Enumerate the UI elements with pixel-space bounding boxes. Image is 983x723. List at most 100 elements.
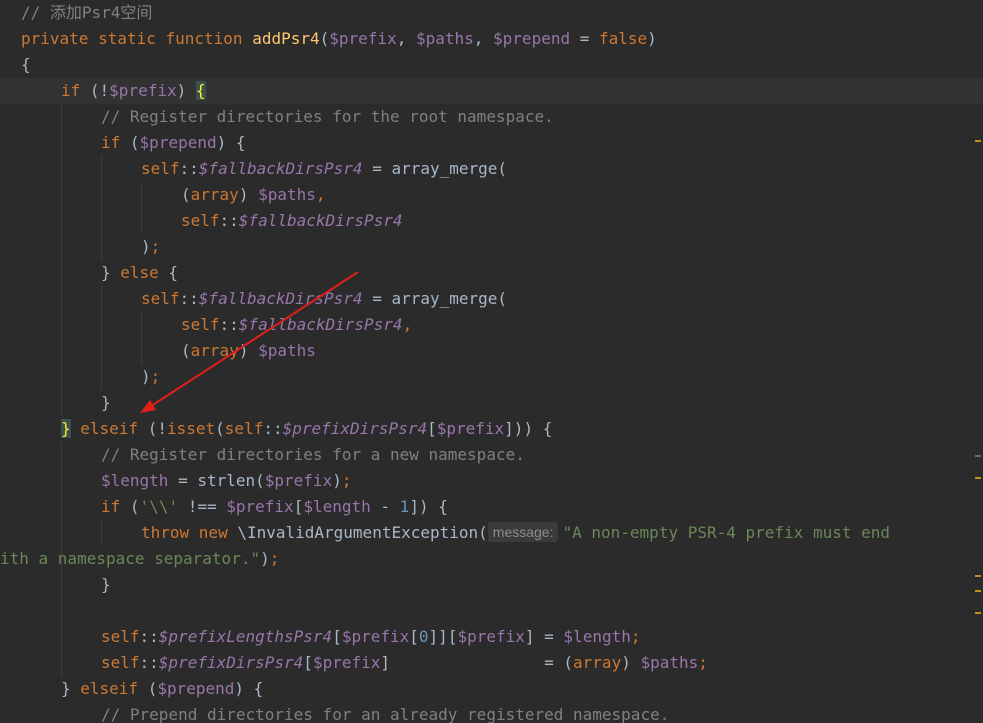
code-token: $prefix bbox=[341, 627, 410, 646]
code-line[interactable]: self::$fallbackDirsPsr4 = array_merge( bbox=[0, 286, 983, 312]
code-token: self bbox=[141, 159, 180, 178]
code-line[interactable]: throw new \InvalidArgumentException(mess… bbox=[0, 520, 983, 546]
code-text: } bbox=[101, 390, 111, 416]
code-token: :: bbox=[179, 289, 199, 308]
code-line[interactable]: ); bbox=[0, 364, 983, 390]
code-text: if (!$prefix) { bbox=[61, 78, 206, 104]
code-line[interactable]: // Register directories for the root nam… bbox=[0, 104, 983, 130]
code-text: $length = strlen($prefix); bbox=[101, 468, 351, 494]
code-token: ; bbox=[341, 471, 352, 490]
code-line[interactable]: if ($prepend) { bbox=[0, 130, 983, 156]
code-line[interactable]: // 添加Psr4空间 bbox=[0, 0, 983, 26]
scrollbar-marker[interactable] bbox=[975, 575, 981, 577]
code-token: ; bbox=[150, 237, 161, 256]
code-line[interactable]: (array) $paths bbox=[0, 338, 983, 364]
code-token: self bbox=[101, 627, 140, 646]
code-line[interactable]: } bbox=[0, 572, 983, 598]
code-token: $prefix bbox=[264, 471, 333, 490]
code-token: $prefix bbox=[329, 29, 397, 48]
code-token: [ bbox=[332, 627, 342, 646]
code-token: elseif bbox=[80, 419, 139, 438]
code-editor[interactable]: // 添加Psr4空间 private static function addPs… bbox=[0, 0, 983, 723]
code-line[interactable]: } elseif (!isset(self::$prefixDirsPsr4[$… bbox=[0, 416, 983, 442]
code-token: $length bbox=[563, 627, 631, 646]
code-token: ])) { bbox=[504, 419, 553, 438]
code-token: else bbox=[120, 263, 159, 282]
code-token: !== bbox=[178, 497, 227, 516]
code-text: // Prepend directories for an already re… bbox=[101, 702, 669, 723]
code-text: // 添加Psr4空间 bbox=[21, 0, 152, 26]
code-line[interactable]: { bbox=[0, 52, 983, 78]
code-text: throw new \InvalidArgumentException(mess… bbox=[141, 520, 890, 546]
code-text: if ('\\' !== $prefix[$length - 1]) { bbox=[101, 494, 448, 520]
code-token: ; bbox=[630, 627, 641, 646]
code-token: ) { bbox=[216, 133, 246, 152]
matched-brace: } bbox=[61, 419, 71, 438]
code-line[interactable] bbox=[0, 598, 983, 624]
code-line[interactable]: self::$prefixLengthsPsr4[$prefix[0]][$pr… bbox=[0, 624, 983, 650]
code-line[interactable]: $length = strlen($prefix); bbox=[0, 468, 983, 494]
code-line[interactable]: self::$fallbackDirsPsr4 = array_merge( bbox=[0, 156, 983, 182]
code-text: self::$fallbackDirsPsr4, bbox=[181, 312, 412, 338]
code-line[interactable]: ); bbox=[0, 234, 983, 260]
code-line[interactable]: // Register directories for a new namesp… bbox=[0, 442, 983, 468]
code-token: ( bbox=[181, 341, 191, 360]
scrollbar-marker[interactable] bbox=[975, 455, 981, 457]
code-text: private static function addPsr4($prefix,… bbox=[21, 26, 657, 52]
code-line[interactable]: if ('\\' !== $prefix[$length - 1]) { bbox=[0, 494, 983, 520]
code-line[interactable]: self::$fallbackDirsPsr4 bbox=[0, 208, 983, 234]
scrollbar-marker[interactable] bbox=[975, 477, 981, 479]
scrollbar-marker[interactable] bbox=[975, 612, 981, 614]
code-text: } elseif (!isset(self::$prefixDirsPsr4[$… bbox=[61, 416, 552, 442]
code-line[interactable]: ith a namespace separator."); bbox=[0, 546, 983, 572]
code-line[interactable]: private static function addPsr4($prefix,… bbox=[0, 26, 983, 52]
code-text: ); bbox=[141, 234, 160, 260]
code-text: { bbox=[21, 52, 31, 78]
code-token: // 添加Psr4空间 bbox=[21, 3, 153, 22]
code-token: ( bbox=[319, 29, 330, 48]
code-text: if ($prepend) { bbox=[101, 130, 246, 156]
code-line[interactable]: } else { bbox=[0, 260, 983, 286]
code-token: ( bbox=[129, 497, 140, 516]
code-token: throw new bbox=[141, 523, 238, 542]
code-token: = bbox=[570, 29, 599, 48]
code-line[interactable]: if (!$prefix) { bbox=[0, 78, 983, 104]
code-token: { bbox=[158, 263, 179, 282]
code-token: $prefix bbox=[226, 497, 294, 516]
code-token: $paths bbox=[258, 341, 316, 360]
code-line[interactable]: self::$prefixDirsPsr4[$prefix] = (array)… bbox=[0, 650, 983, 676]
code-token: = array_merge( bbox=[362, 289, 508, 308]
code-text: self::$fallbackDirsPsr4 bbox=[181, 208, 403, 234]
code-token: ] = ( bbox=[380, 653, 574, 672]
code-line[interactable]: } elseif ($prepend) { bbox=[0, 676, 983, 702]
code-text: self::$prefixLengthsPsr4[$prefix[0]][$pr… bbox=[101, 624, 641, 650]
code-token: self bbox=[141, 289, 180, 308]
code-text: } bbox=[101, 572, 111, 598]
code-text: self::$fallbackDirsPsr4 = array_merge( bbox=[141, 286, 507, 312]
scrollbar-marker[interactable] bbox=[975, 140, 981, 142]
code-text: } else { bbox=[101, 260, 178, 286]
code-token: - bbox=[370, 497, 400, 516]
code-token: $prepend bbox=[139, 133, 217, 152]
code-token: , bbox=[315, 185, 326, 204]
code-token: private static function bbox=[21, 29, 253, 48]
code-token: ( bbox=[129, 133, 140, 152]
matched-brace: { bbox=[195, 81, 206, 100]
scrollbar-marker[interactable] bbox=[975, 590, 981, 592]
code-token: $fallbackDirsPsr4 bbox=[198, 289, 363, 308]
code-token: ith a namespace separator." bbox=[0, 549, 261, 568]
code-token: $fallbackDirsPsr4 bbox=[238, 315, 403, 334]
code-token: 1 bbox=[399, 497, 410, 516]
code-token: ) bbox=[176, 81, 196, 100]
code-line[interactable]: self::$fallbackDirsPsr4, bbox=[0, 312, 983, 338]
code-token: (! bbox=[138, 419, 167, 438]
code-token: $paths bbox=[258, 185, 316, 204]
code-token: } bbox=[61, 679, 81, 698]
code-line[interactable]: // Prepend directories for an already re… bbox=[0, 702, 983, 723]
code-token: , bbox=[396, 29, 416, 48]
code-token: } bbox=[101, 575, 111, 594]
code-token: [ bbox=[427, 419, 437, 438]
code-line[interactable]: (array) $paths, bbox=[0, 182, 983, 208]
code-line[interactable]: } bbox=[0, 390, 983, 416]
